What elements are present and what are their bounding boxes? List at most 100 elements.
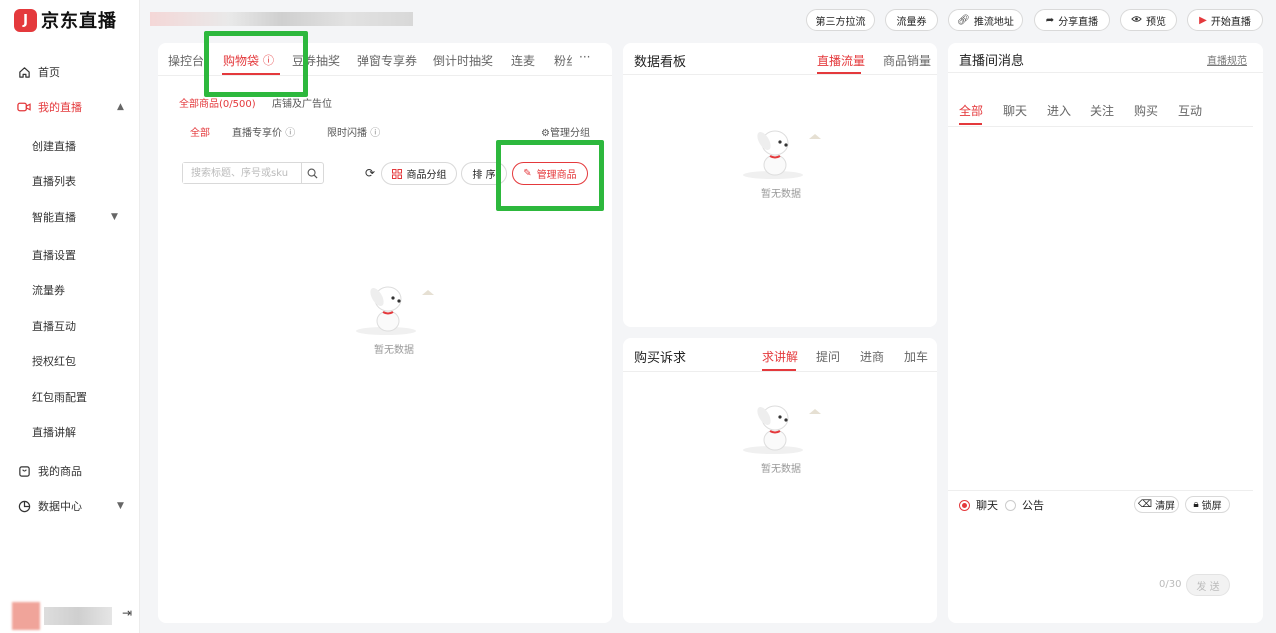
- empty-text: 暂无数据: [761, 464, 801, 475]
- sidebar-item-traffic-coupon[interactable]: 流量券: [32, 279, 65, 301]
- button-label: 商品分组: [406, 170, 447, 181]
- tab-divider: [948, 126, 1253, 127]
- input-divider: [948, 490, 1253, 491]
- empty-state: 暂无数据: [735, 400, 827, 475]
- gear-icon: ⚙: [541, 128, 550, 139]
- clear-screen-button[interactable]: ⌫ 清屏: [1134, 496, 1179, 513]
- search-button[interactable]: [301, 163, 323, 183]
- data-chart-icon: [17, 499, 31, 513]
- char-counter: 0/30: [1159, 579, 1182, 590]
- sidebar-item-label: 数据中心: [38, 500, 82, 513]
- subtab-all-products[interactable]: 全部商品(0/500): [179, 95, 256, 110]
- button-label: 推流地址: [973, 16, 1014, 28]
- sidebar-item-authorized-red-packet[interactable]: 授权红包: [32, 350, 76, 372]
- radio-dot: [959, 499, 970, 511]
- tab-enter[interactable]: 进入: [1047, 102, 1071, 119]
- search-icon: [307, 168, 318, 179]
- jd-dog-mascot-icon: [743, 130, 821, 179]
- button-label: 第三方拉流: [815, 16, 866, 28]
- push-url-button[interactable]: 🔗︎ 推流地址: [948, 9, 1023, 31]
- tab-popup-coupon[interactable]: 弹窗专享券: [357, 52, 417, 69]
- product-search: [182, 162, 324, 184]
- user-profile[interactable]: [12, 602, 112, 630]
- radio-label: 聊天: [976, 499, 998, 512]
- lock-screen-button[interactable]: 🔒︎ 锁屏: [1185, 496, 1230, 513]
- third-party-pull-button[interactable]: 第三方拉流: [806, 9, 875, 31]
- filter-live-price[interactable]: 直播专享价 ⓘ: [232, 124, 295, 139]
- sidebar-item-smart-live[interactable]: 智能直播 ▼: [0, 204, 134, 230]
- tab-add-cart[interactable]: 加车: [904, 348, 928, 365]
- data-board-panel: 数据看板 直播流量 商品销量 暂无数据: [623, 43, 937, 327]
- share-icon: ➦: [1045, 14, 1055, 26]
- chevron-down-icon: ▼: [117, 501, 124, 511]
- sidebar-item-create-live[interactable]: 创建直播: [32, 135, 76, 157]
- preview-button[interactable]: 预览: [1120, 9, 1177, 31]
- tab-fans[interactable]: 粉丝: [554, 52, 572, 69]
- manage-group-link[interactable]: ⚙管理分组: [541, 124, 590, 139]
- filter-all[interactable]: 全部: [190, 124, 210, 139]
- traffic-coupon-button[interactable]: 流量券: [885, 9, 938, 31]
- chevron-up-icon: ▲: [117, 102, 124, 112]
- radio-label: 公告: [1022, 499, 1044, 512]
- live-messages-panel: 直播间消息 直播规范 全部 聊天 进入 关注 购买 互动 聊天 公告 ⌫ 清屏 …: [948, 43, 1263, 623]
- tab-chat[interactable]: 聊天: [1003, 102, 1027, 119]
- sidebar-item-label: 智能直播: [32, 211, 76, 224]
- subtab-shop-ads[interactable]: 店铺及广告位: [272, 95, 332, 110]
- app-logo[interactable]: J 京东直播: [14, 8, 117, 32]
- sidebar-item-home[interactable]: 首页: [0, 59, 140, 85]
- product-group-button[interactable]: 商品分组: [381, 162, 457, 185]
- button-label: 清屏: [1155, 501, 1176, 512]
- empty-state: 暂无数据: [735, 125, 827, 200]
- button-label: 开始直播: [1210, 16, 1251, 28]
- control-panel: 操控台 购物袋 ⓘ 豆券抽奖 弹窗专享券 倒计时抽奖 连麦 粉丝 ··· 全部商…: [158, 31, 612, 623]
- tab-enter-shop[interactable]: 进商: [860, 348, 884, 365]
- filter-label: 直播专享价: [232, 128, 282, 139]
- sidebar: J 京东直播 首页 我的直播 ▲ 创建直播 直播列表 智能直播 ▼ 直播设置 流…: [0, 0, 140, 633]
- sidebar-item-my-live[interactable]: 我的直播 ▲: [0, 94, 140, 120]
- tab-live-traffic[interactable]: 直播流量: [817, 52, 865, 69]
- sidebar-item-live-settings[interactable]: 直播设置: [32, 244, 76, 266]
- sidebar-item-live-list[interactable]: 直播列表: [32, 170, 76, 192]
- tab-request-explain[interactable]: 求讲解: [762, 348, 798, 365]
- sidebar-item-label: 我的商品: [38, 465, 82, 478]
- button-label: 排 序: [472, 170, 496, 181]
- sidebar-item-live-explain[interactable]: 直播讲解: [32, 421, 76, 443]
- eye-icon: [1131, 15, 1142, 26]
- logout-icon[interactable]: ⇥: [122, 606, 132, 620]
- sidebar-item-red-packet-rain[interactable]: 红包雨配置: [32, 386, 87, 408]
- radio-announcement[interactable]: 公告: [1005, 497, 1044, 513]
- filter-flash-sale[interactable]: 限时闪播 ⓘ: [327, 124, 380, 139]
- tab-all-messages[interactable]: 全部: [959, 102, 983, 119]
- sidebar-item-data-center[interactable]: 数据中心 ▼: [0, 493, 140, 519]
- button-label: 预览: [1146, 16, 1166, 28]
- tab-purchase[interactable]: 购买: [1134, 102, 1158, 119]
- annotation-highlight: [496, 140, 604, 211]
- avatar: [12, 602, 40, 630]
- tab-active-indicator: [959, 123, 982, 125]
- start-live-button[interactable]: ▶ 开始直播: [1187, 9, 1263, 31]
- tab-product-sales[interactable]: 商品销量: [883, 52, 931, 69]
- link-label: 管理分组: [549, 128, 590, 139]
- app-title: 京东直播: [41, 11, 117, 32]
- tab-interact[interactable]: 互动: [1178, 102, 1202, 119]
- live-rules-link[interactable]: 直播规范: [1207, 52, 1247, 67]
- radio-dot: [1005, 499, 1016, 511]
- refresh-icon[interactable]: ⟳: [365, 166, 375, 180]
- tab-co-stream[interactable]: 连麦: [511, 52, 535, 69]
- sidebar-item-my-products[interactable]: 我的商品: [0, 458, 140, 484]
- radio-chat[interactable]: 聊天: [959, 497, 998, 513]
- tab-console[interactable]: 操控台: [168, 52, 204, 69]
- sidebar-item-live-interaction[interactable]: 直播互动: [32, 315, 76, 337]
- tab-follow[interactable]: 关注: [1090, 102, 1114, 119]
- tab-questions[interactable]: 提问: [816, 348, 840, 365]
- search-input[interactable]: [183, 163, 301, 183]
- send-button[interactable]: 发 送: [1186, 574, 1230, 596]
- empty-state: 暂无数据: [348, 281, 440, 356]
- sidebar-item-label: 我的直播: [38, 101, 82, 114]
- button-label: 流量券: [896, 16, 927, 28]
- lock-icon: 🔒︎: [1193, 499, 1199, 510]
- more-tabs-icon[interactable]: ···: [579, 50, 590, 64]
- tab-countdown-lottery[interactable]: 倒计时抽奖: [433, 52, 493, 69]
- annotation-highlight: [204, 31, 308, 97]
- share-live-button[interactable]: ➦ 分享直播: [1034, 9, 1110, 31]
